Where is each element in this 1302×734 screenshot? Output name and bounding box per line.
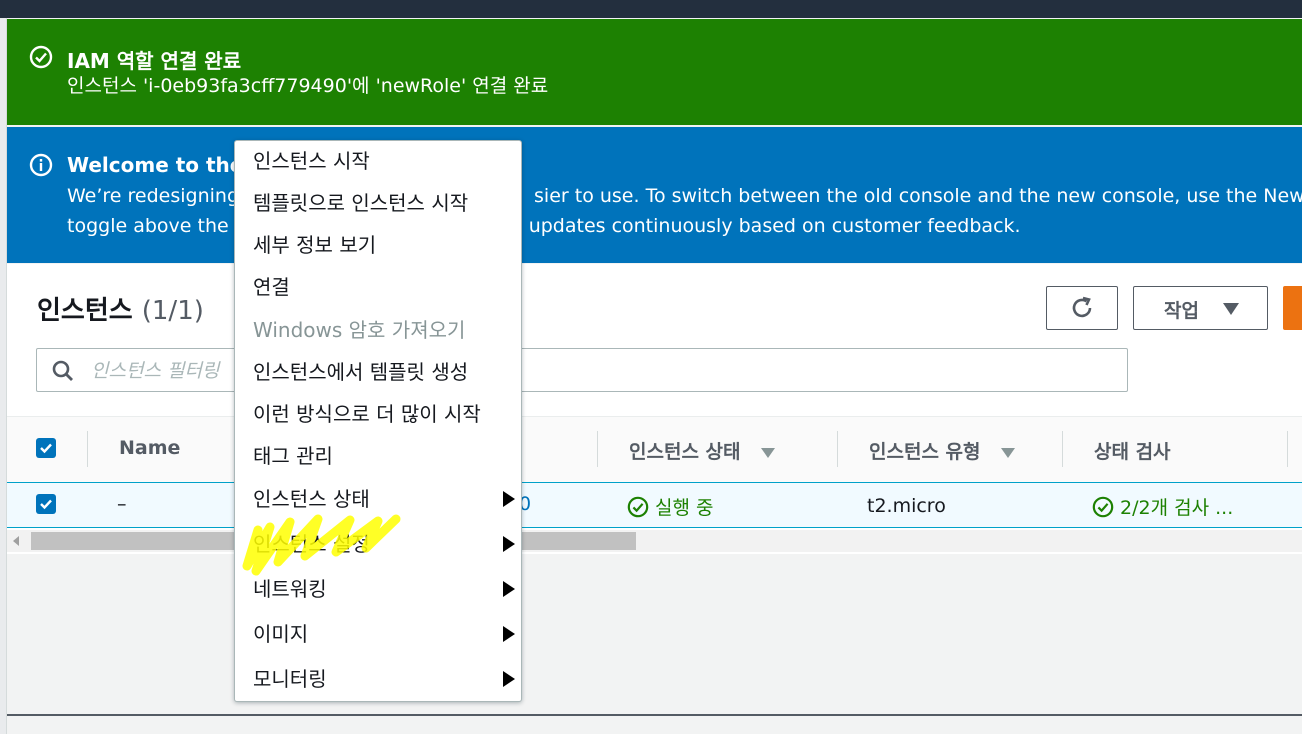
column-header-label: 인스턴스 상태 bbox=[629, 441, 741, 463]
refresh-icon bbox=[1072, 296, 1092, 318]
menu-item-label: 템플릿으로 인스턴스 시작 bbox=[253, 191, 469, 215]
menu-item-label: Windows 암호 가져오기 bbox=[253, 318, 466, 342]
select-all-checkbox[interactable] bbox=[36, 438, 56, 458]
info-circle-icon bbox=[29, 153, 53, 177]
search-icon bbox=[52, 360, 73, 381]
menu-item-label: 모니터링 bbox=[253, 667, 327, 691]
column-header-label: 인스턴스 유형 bbox=[869, 441, 981, 463]
column-divider bbox=[597, 431, 598, 467]
instance-count: (1/1) bbox=[141, 296, 204, 326]
actions-context-menu: 인스턴스 시작 템플릿으로 인스턴스 시작 세부 정보 보기 연결 Window… bbox=[234, 140, 522, 702]
menu-item-label: 연결 bbox=[253, 275, 290, 299]
column-divider bbox=[1287, 431, 1288, 467]
menu-item-connect[interactable]: 연결 bbox=[235, 267, 521, 307]
notification-title: IAM 역할 연결 완료 bbox=[67, 49, 242, 73]
menu-item-networking[interactable]: 네트워킹 bbox=[235, 569, 521, 609]
table-row[interactable]: – 0 실행 중 t2.micro 2/2개 검사 ... bbox=[7, 482, 1302, 528]
submenu-arrow-icon bbox=[503, 626, 515, 642]
menu-item-image[interactable]: 이미지 bbox=[235, 614, 521, 654]
menu-item-monitoring[interactable]: 모니터링 bbox=[235, 659, 521, 699]
checkmark-icon bbox=[40, 443, 52, 454]
submenu-arrow-icon bbox=[503, 581, 515, 597]
submenu-arrow-icon bbox=[503, 671, 515, 687]
info-line2-start: toggle above the bbox=[67, 215, 229, 237]
actions-dropdown-button[interactable]: 작업 bbox=[1133, 286, 1268, 330]
menu-item-get-windows-password: Windows 암호 가져오기 bbox=[235, 310, 521, 350]
menu-item-label: 세부 정보 보기 bbox=[253, 233, 377, 257]
panel-title-text: 인스턴스 bbox=[37, 296, 133, 326]
info-line2-end: updates continuously based on customer f… bbox=[528, 215, 1021, 237]
menu-item-instance-settings[interactable]: 인스턴스 설정 bbox=[235, 524, 521, 564]
column-header-status-check[interactable]: 상태 검사 bbox=[1094, 437, 1171, 464]
actions-label: 작업 bbox=[1164, 300, 1199, 322]
caret-down-icon bbox=[1223, 303, 1239, 315]
menu-item-label: 태그 관리 bbox=[253, 444, 333, 468]
menu-item-launch-from-template[interactable]: 템플릿으로 인스턴스 시작 bbox=[235, 183, 521, 223]
cell-instance-state: 실행 중 bbox=[627, 493, 714, 520]
column-divider bbox=[87, 431, 88, 467]
menu-item-label: 인스턴스에서 템플릿 생성 bbox=[253, 360, 469, 384]
sort-icon bbox=[760, 447, 775, 458]
launch-instances-button[interactable] bbox=[1283, 286, 1302, 330]
menu-item-create-template[interactable]: 인스턴스에서 템플릿 생성 bbox=[235, 352, 521, 392]
menu-item-label: 인스턴스 시작 bbox=[253, 149, 370, 173]
instance-state-text: 실행 중 bbox=[655, 497, 714, 519]
column-divider bbox=[837, 431, 838, 467]
column-header-instance-type[interactable]: 인스턴스 유형 bbox=[869, 437, 1015, 464]
sort-icon bbox=[1000, 447, 1015, 458]
success-status-icon bbox=[627, 496, 649, 518]
submenu-arrow-icon bbox=[503, 536, 515, 552]
menu-item-manage-tags[interactable]: 태그 관리 bbox=[235, 436, 521, 476]
info-notification: Welcome to the r We’re redesigning sier t… bbox=[7, 127, 1302, 263]
column-divider bbox=[1062, 431, 1063, 467]
row-checkbox[interactable] bbox=[36, 494, 56, 514]
table-header: Name 인스턴스 상태 인스턴스 유형 상태 검사 bbox=[7, 416, 1302, 484]
check-circle-icon bbox=[29, 45, 53, 69]
page-title: 인스턴스 (1/1) bbox=[37, 290, 204, 327]
instances-panel: 인스턴스 (1/1) 작업 Name 인스턴스 상태 인스턴스 유형 상태 검사 bbox=[7, 264, 1302, 554]
cell-instance-type: t2.micro bbox=[867, 495, 946, 517]
top-navigation-bar bbox=[0, 0, 1302, 18]
success-notification: IAM 역할 연결 완료 인스턴스 'i-0eb93fa3cff779490'에… bbox=[7, 19, 1302, 125]
info-line1-start: We’re redesigning bbox=[67, 185, 240, 207]
menu-item-label: 네트워킹 bbox=[253, 577, 327, 601]
info-title: Welcome to the r bbox=[67, 153, 261, 177]
instance-filter[interactable] bbox=[36, 348, 1128, 392]
menu-item-label: 인스턴스 상태 bbox=[253, 487, 370, 511]
menu-item-launch-more-like-this[interactable]: 이런 방식으로 더 많이 시작 bbox=[235, 394, 521, 434]
refresh-button[interactable] bbox=[1046, 286, 1118, 330]
status-check-text: 2/2개 검사 ... bbox=[1120, 497, 1234, 519]
success-status-icon bbox=[1092, 496, 1114, 518]
cell-name: – bbox=[117, 493, 127, 515]
column-header-name[interactable]: Name bbox=[119, 437, 180, 459]
split-panel-divider[interactable] bbox=[7, 714, 1302, 716]
scroll-left-icon[interactable] bbox=[13, 536, 19, 546]
column-header-instance-state[interactable]: 인스턴스 상태 bbox=[629, 437, 775, 464]
submenu-arrow-icon bbox=[503, 491, 515, 507]
menu-item-instance-state[interactable]: 인스턴스 상태 bbox=[235, 479, 521, 519]
menu-item-label: 인스턴스 설정 bbox=[253, 532, 370, 556]
info-line1-end: sier to use. To switch between the old c… bbox=[534, 185, 1302, 207]
menu-item-view-details[interactable]: 세부 정보 보기 bbox=[235, 225, 521, 265]
cell-status-check[interactable]: 2/2개 검사 ... bbox=[1092, 493, 1233, 520]
horizontal-scrollbar[interactable] bbox=[7, 530, 1302, 552]
notification-message: 인스턴스 'i-0eb93fa3cff779490'에 'newRole' 연결… bbox=[67, 75, 549, 97]
checkmark-icon bbox=[40, 499, 52, 510]
menu-item-launch-instance[interactable]: 인스턴스 시작 bbox=[235, 141, 521, 181]
menu-item-label: 이미지 bbox=[253, 622, 309, 646]
side-navigation-edge bbox=[0, 18, 7, 734]
menu-item-label: 이런 방식으로 더 많이 시작 bbox=[253, 402, 481, 426]
